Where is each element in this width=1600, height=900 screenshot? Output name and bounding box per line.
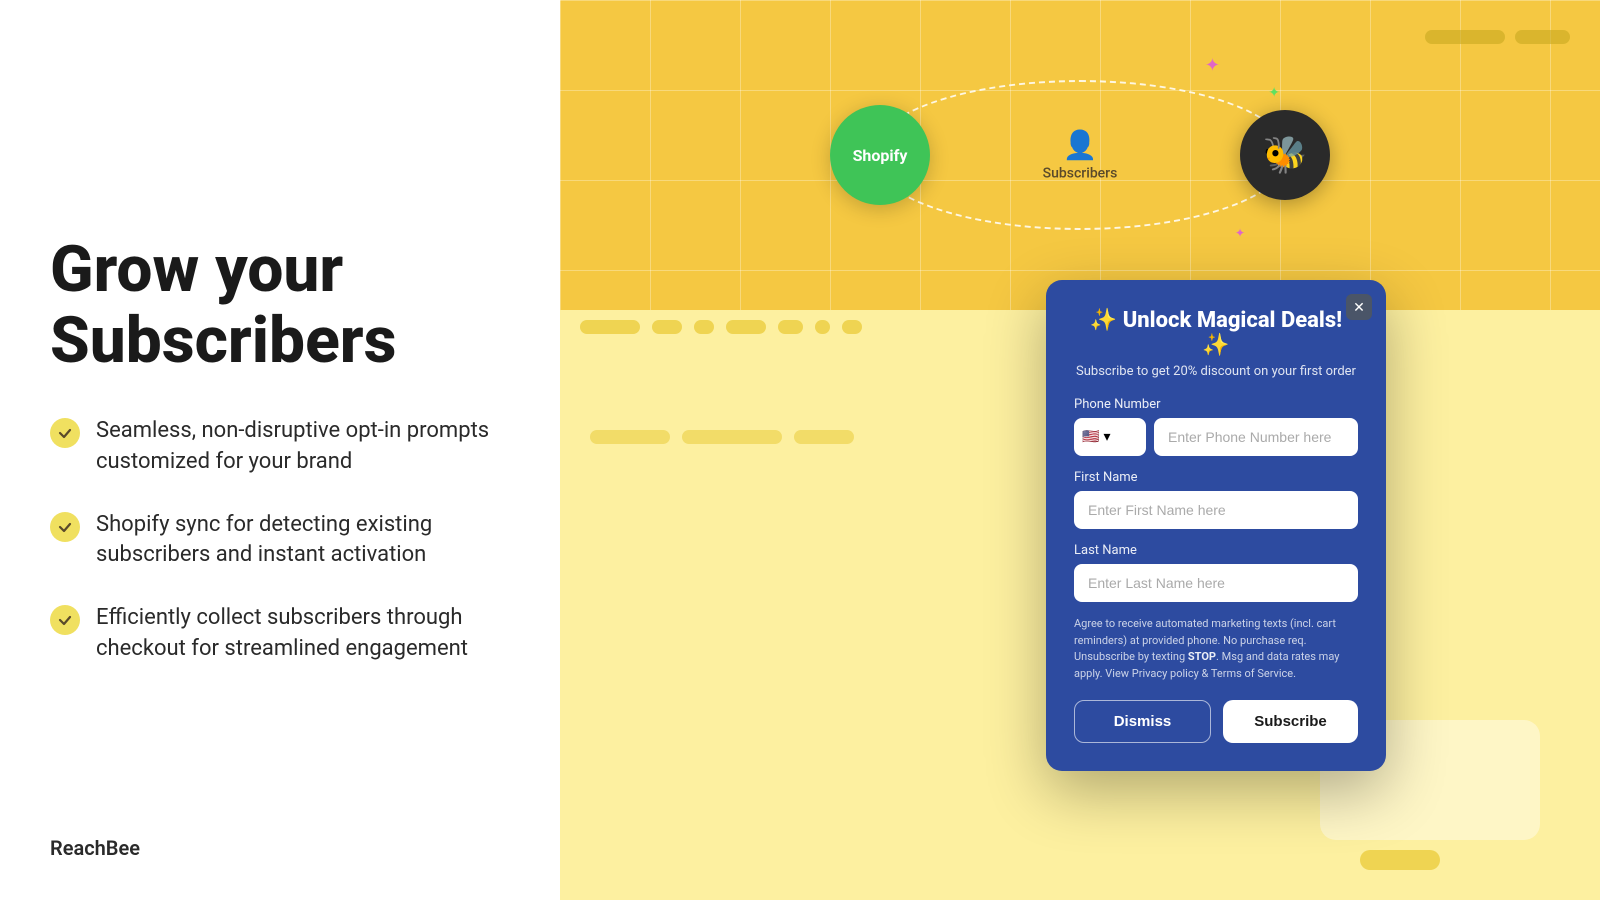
dash-mid-1 [590,430,670,444]
dash-mid-2 [682,430,782,444]
first-name-input[interactable] [1074,491,1358,529]
bee-icon: 🐝 [1263,134,1308,176]
feature-item-1: Seamless, non-disruptive opt-in prompts … [50,416,510,478]
features-list: Seamless, non-disruptive opt-in prompts … [50,416,510,665]
last-name-input[interactable] [1074,564,1358,602]
modal-title: ✨ Unlock Magical Deals! ✨ [1074,308,1358,358]
top-pill-1 [1425,30,1505,44]
dash-5 [778,320,803,334]
left-panel: Grow your Subscribers Seamless, non-disr… [0,0,560,900]
dash-mid-3 [794,430,854,444]
sparkle-icon-2: ✦ [1235,226,1245,240]
shopify-node: Shopify [830,105,930,205]
check-icon-3 [50,605,80,635]
modal: ✕ ✨ Unlock Magical Deals! ✨ Subscribe to… [1046,280,1386,771]
dash-1 [580,320,640,334]
main-title: Grow your Subscribers [50,235,510,376]
dash-6 [815,320,830,334]
country-select[interactable]: 🇺🇸 ▾ [1074,418,1146,456]
subscribe-button[interactable]: Subscribe [1223,700,1358,743]
feature-item-3: Efficiently collect subscribers through … [50,603,510,665]
phone-row: 🇺🇸 ▾ [1074,418,1358,456]
phone-form-group: Phone Number 🇺🇸 ▾ [1074,397,1358,456]
first-name-label: First Name [1074,470,1358,485]
bee-node: 🐝 [1240,110,1330,200]
modal-buttons: Dismiss Subscribe [1074,700,1358,743]
sparkle-icon-3: ✦ [1268,85,1280,101]
modal-close-button[interactable]: ✕ [1346,294,1372,320]
last-name-form-group: Last Name [1074,543,1358,602]
country-flag: 🇺🇸 [1082,429,1099,445]
feature-text-2: Shopify sync for detecting existing subs… [96,510,510,572]
dash-7 [842,320,862,334]
phone-label: Phone Number [1074,397,1358,412]
right-panel: Shopify 👤 Subscribers 🐝 ✦ ✦ ✦ [560,0,1600,900]
dash-3 [694,320,714,334]
feature-text-1: Seamless, non-disruptive opt-in prompts … [96,416,510,478]
country-dropdown-icon: ▾ [1103,429,1110,445]
top-pill-2 [1515,30,1570,44]
feature-item-2: Shopify sync for detecting existing subs… [50,510,510,572]
dismiss-button[interactable]: Dismiss [1074,700,1211,743]
sparkle-icon-1: ✦ [1205,55,1220,76]
person-icon: 👤 [1063,129,1098,162]
brand-name: ReachBee [50,836,140,860]
dash-row-2 [590,430,854,444]
consent-text: Agree to receive automated marketing tex… [1074,616,1358,682]
check-icon-2 [50,512,80,542]
top-right-pills [1425,30,1570,44]
diagram-inner: Shopify 👤 Subscribers 🐝 ✦ ✦ ✦ [830,65,1330,245]
subscribers-label: 👤 Subscribers [1043,129,1118,182]
phone-input[interactable] [1154,418,1358,456]
feature-text-3: Efficiently collect subscribers through … [96,603,510,665]
modal-subtitle: Subscribe to get 20% discount on your fi… [1074,364,1358,379]
first-name-form-group: First Name [1074,470,1358,529]
check-icon-1 [50,418,80,448]
last-name-label: Last Name [1074,543,1358,558]
diagram-area: Shopify 👤 Subscribers 🐝 ✦ ✦ ✦ [560,0,1600,310]
dash-2 [652,320,682,334]
dash-4 [726,320,766,334]
bottom-pill [1360,850,1440,870]
